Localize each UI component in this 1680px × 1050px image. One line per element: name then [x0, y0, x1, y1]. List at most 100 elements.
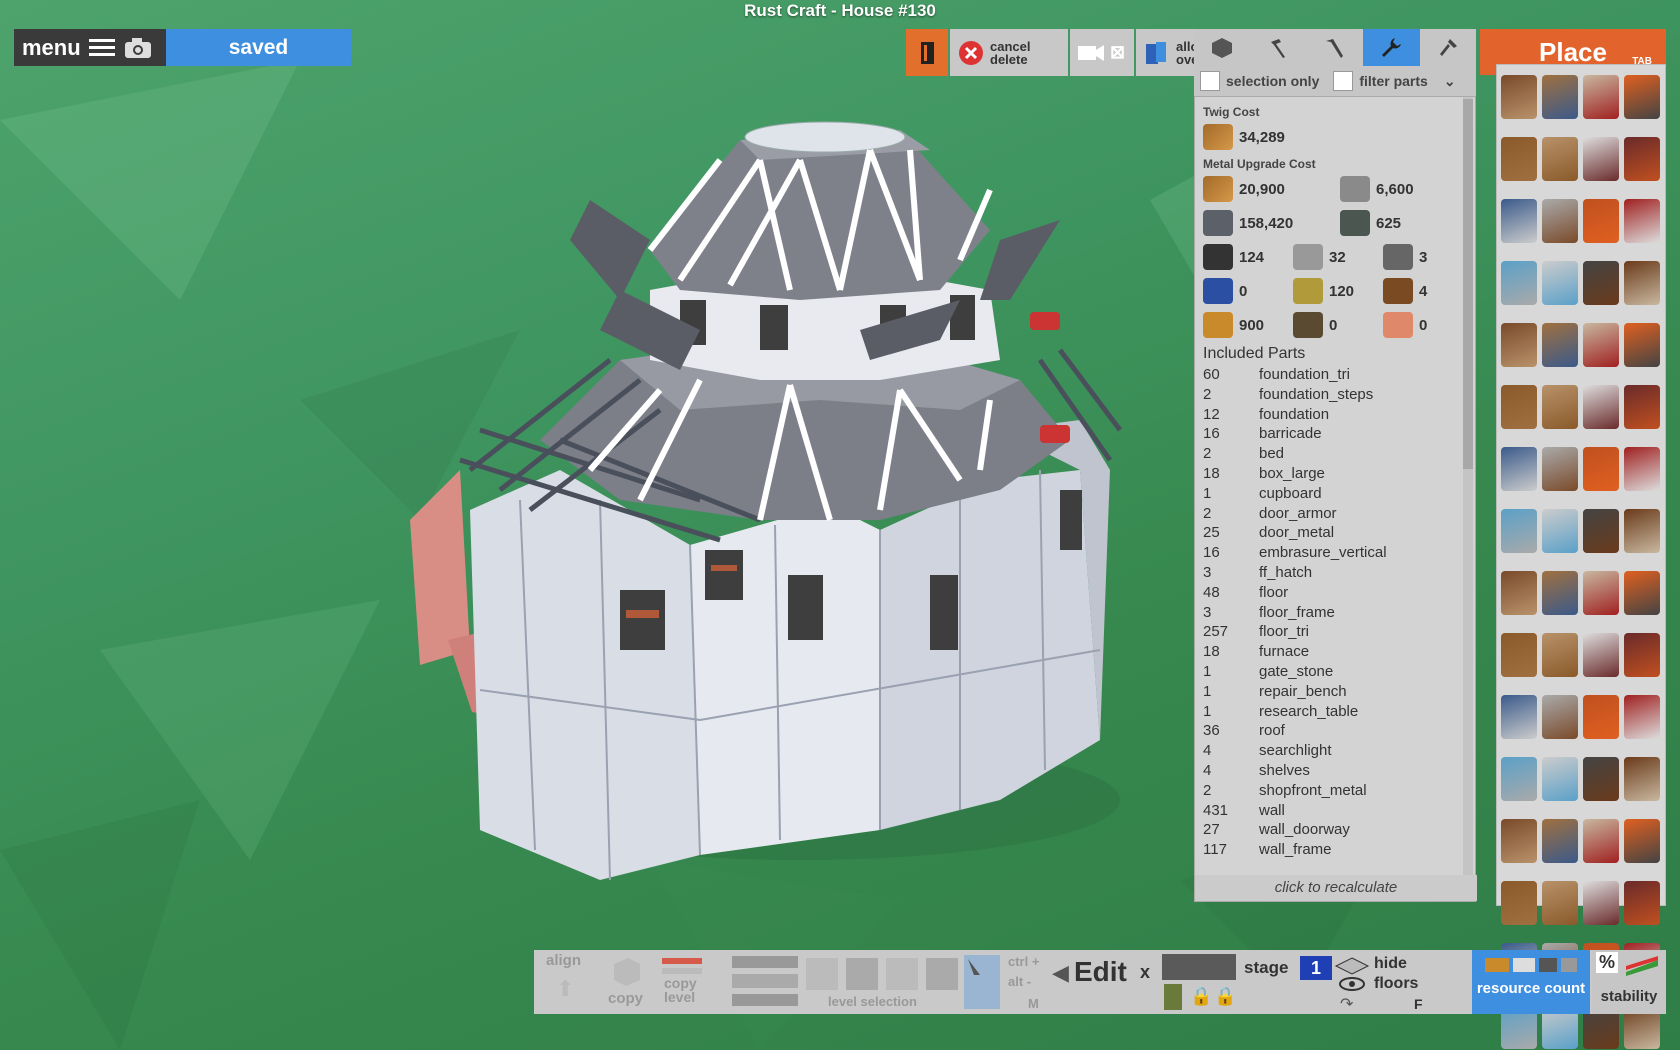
cursor-select-icon[interactable] — [962, 953, 1002, 1011]
ceiling-light-icon[interactable] — [1542, 199, 1578, 243]
metal-crate-icon[interactable] — [1542, 695, 1578, 739]
rug-icon[interactable] — [1624, 695, 1660, 739]
phone-icon[interactable] — [1164, 984, 1182, 1010]
shutters-icon[interactable] — [1501, 881, 1537, 925]
tab-pickaxe[interactable] — [1307, 29, 1363, 66]
stability-button[interactable]: % stability — [1592, 950, 1666, 1014]
save-status[interactable]: saved — [166, 29, 351, 66]
tab-blocks[interactable] — [1194, 29, 1250, 66]
bookcase-icon[interactable] — [1501, 323, 1537, 367]
searchlight-icon[interactable] — [1501, 509, 1537, 553]
camera-mode-button[interactable]: ⊠ — [1070, 29, 1134, 76]
lock-icon[interactable]: 🔒 — [1190, 986, 1212, 1007]
hamburger-icon[interactable] — [88, 37, 115, 59]
scrollbar-thumb[interactable] — [1463, 99, 1473, 469]
auto-turret-icon[interactable] — [1542, 757, 1578, 801]
bbq-icon[interactable] — [1583, 447, 1619, 491]
level-block-icon[interactable] — [846, 958, 878, 990]
shelves-icon[interactable] — [1583, 137, 1619, 181]
floor-grill-icon[interactable] — [1583, 881, 1619, 925]
cancel-delete-button[interactable]: cancel delete — [950, 29, 1068, 76]
level-stack-icon[interactable] — [728, 952, 802, 1010]
menu-button[interactable]: menu — [14, 29, 166, 66]
rotate-icon[interactable]: ↷ — [1340, 994, 1353, 1014]
wood-barricade-icon[interactable] — [1583, 633, 1619, 677]
hide-floors-label[interactable]: hide floors — [1374, 954, 1434, 994]
tab-hammer[interactable] — [1250, 29, 1306, 66]
lamp-icon[interactable] — [1624, 199, 1660, 243]
lock-icon[interactable]: 🔒 — [1214, 986, 1236, 1007]
chevron-down-icon[interactable]: ⌄ — [1444, 73, 1456, 90]
cupboard-icon[interactable] — [1501, 199, 1537, 243]
stage-value[interactable]: 1 — [1300, 956, 1332, 980]
sandbag-icon[interactable] — [1501, 695, 1537, 739]
tab-tool[interactable] — [1420, 29, 1476, 66]
info-icon[interactable]: ⊠ — [1110, 43, 1125, 61]
align-button[interactable]: align — [546, 952, 581, 969]
name-input[interactable] — [1162, 954, 1236, 980]
hay-bale-icon[interactable] — [1583, 695, 1619, 739]
chair-icon[interactable] — [1624, 137, 1660, 181]
large-box-icon[interactable] — [1542, 137, 1578, 181]
spike-trap-icon[interactable] — [1624, 633, 1660, 677]
chevron-left-icon[interactable]: ◀ — [1052, 960, 1069, 986]
chimney-icon[interactable] — [1542, 447, 1578, 491]
fridge-icon[interactable] — [1501, 261, 1537, 305]
level-block-icon[interactable] — [806, 958, 838, 990]
part-count: 117 — [1203, 841, 1227, 859]
research-table-icon[interactable] — [1624, 509, 1660, 553]
workbench-icon[interactable] — [1583, 261, 1619, 305]
level-block-icon[interactable] — [926, 958, 958, 990]
bed-icon[interactable] — [1583, 75, 1619, 119]
part-name: door_metal — [1259, 524, 1335, 542]
gate-icon[interactable] — [1583, 571, 1619, 615]
level-block-icon[interactable] — [886, 958, 918, 990]
metal-wall-icon[interactable] — [1542, 571, 1578, 615]
window-bars-icon[interactable] — [1542, 881, 1578, 925]
resource-count-button[interactable]: resource count — [1472, 950, 1590, 1014]
turret-icon[interactable] — [1542, 509, 1578, 553]
resource-list[interactable]: Twig Cost 34,289 Metal Upgrade Cost 20,9… — [1195, 97, 1463, 877]
table-icon[interactable] — [1624, 323, 1660, 367]
spikes-icon[interactable] — [1501, 633, 1537, 677]
mounted-gun-icon[interactable] — [1624, 757, 1660, 801]
component-cost-value: 0 — [1239, 282, 1248, 300]
spooky-icon[interactable] — [1583, 757, 1619, 801]
barricade-icon[interactable] — [1542, 633, 1578, 677]
vending-machine-icon[interactable] — [1542, 323, 1578, 367]
camera-icon[interactable] — [123, 36, 153, 60]
level-blocks[interactable] — [806, 958, 958, 990]
rocking-chair-icon[interactable] — [1624, 385, 1660, 429]
door-icon[interactable] — [1501, 75, 1537, 119]
computer-station-icon[interactable] — [1583, 323, 1619, 367]
large-furnace-icon[interactable] — [1624, 447, 1660, 491]
selection-only-checkbox[interactable] — [1200, 71, 1220, 91]
plank-icon[interactable] — [1501, 819, 1537, 863]
wood-wall-icon[interactable] — [1501, 571, 1537, 615]
filter-parts-checkbox[interactable] — [1333, 71, 1354, 91]
wipe-button[interactable] — [906, 29, 948, 76]
repair-bench-icon[interactable] — [1583, 509, 1619, 553]
campfire-icon[interactable] — [1624, 75, 1660, 119]
part-row: 257 floor_tri — [1203, 622, 1455, 642]
wood-piece-icon[interactable] — [1542, 819, 1578, 863]
stand-icon[interactable] — [1624, 571, 1660, 615]
layers-icon[interactable] — [1334, 954, 1370, 994]
log-pile-icon[interactable] — [1624, 819, 1660, 863]
fireplace-icon[interactable] — [1501, 447, 1537, 491]
furnace-icon[interactable] — [1624, 261, 1660, 305]
rope-icon[interactable] — [1501, 757, 1537, 801]
wood-block-icon[interactable] — [1583, 819, 1619, 863]
copy-icon[interactable] — [604, 954, 648, 988]
locker-icon[interactable] — [1542, 261, 1578, 305]
wood-sign-icon[interactable] — [1501, 385, 1537, 429]
banner-icon[interactable] — [1542, 385, 1578, 429]
recalculate-button[interactable]: click to recalculate — [1195, 875, 1477, 901]
cube-icon — [1212, 37, 1233, 58]
hatch-icon[interactable] — [1624, 881, 1660, 925]
tab-wrench[interactable] — [1363, 29, 1420, 66]
small-box-icon[interactable] — [1501, 137, 1537, 181]
lantern-icon[interactable] — [1583, 199, 1619, 243]
long-table-icon[interactable] — [1583, 385, 1619, 429]
log-icon[interactable] — [1542, 75, 1578, 119]
